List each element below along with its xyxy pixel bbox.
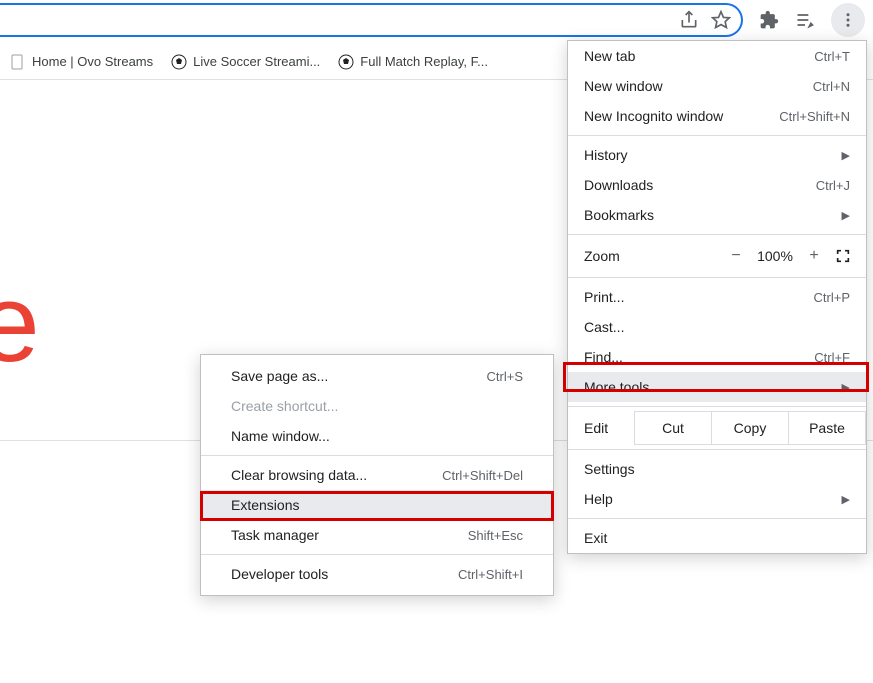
menu-label: Downloads — [584, 177, 653, 193]
shortcut: Shift+Esc — [468, 528, 523, 543]
bookmark-item[interactable]: Full Match Replay, F... — [338, 54, 488, 70]
menu-edit-row: Edit Cut Copy Paste — [568, 411, 866, 445]
submenu-arrow-icon: ▶ — [842, 149, 850, 162]
menu-label: Clear browsing data... — [231, 467, 367, 483]
submenu-arrow-icon: ▶ — [842, 381, 850, 394]
share-icon[interactable] — [679, 10, 699, 30]
menu-label: Exit — [584, 530, 607, 546]
more-tools-submenu: Save page as... Ctrl+S Create shortcut..… — [200, 354, 554, 596]
edit-label: Edit — [584, 420, 634, 436]
zoom-out-button[interactable]: − — [722, 247, 750, 265]
soccer-icon — [338, 54, 354, 70]
menu-label: Extensions — [231, 497, 299, 513]
browser-toolbar — [0, 0, 873, 40]
omnibox[interactable] — [0, 3, 743, 37]
menu-label: Save page as... — [231, 368, 328, 384]
menu-separator — [568, 277, 866, 278]
zoom-value: 100% — [750, 248, 800, 264]
bookmark-label: Live Soccer Streami... — [193, 54, 320, 69]
menu-label: Create shortcut... — [231, 398, 338, 414]
submenu-item-extensions[interactable]: Extensions — [201, 490, 553, 520]
menu-label: Help — [584, 491, 613, 507]
menu-item-settings[interactable]: Settings — [568, 454, 866, 484]
extensions-icon[interactable] — [759, 10, 779, 30]
menu-item-bookmarks[interactable]: Bookmarks ▶ — [568, 200, 866, 230]
shortcut: Ctrl+Shift+N — [779, 109, 850, 124]
menu-label: Cast... — [584, 319, 624, 335]
zoom-in-button[interactable]: + — [800, 247, 828, 265]
paste-button[interactable]: Paste — [789, 411, 866, 445]
submenu-item-create-shortcut: Create shortcut... — [201, 391, 553, 421]
menu-label: History — [584, 147, 628, 163]
menu-separator — [568, 234, 866, 235]
google-logo-fragment: le — [0, 260, 34, 387]
media-control-icon[interactable] — [795, 10, 815, 30]
menu-item-find[interactable]: Find... Ctrl+F — [568, 342, 866, 372]
menu-item-cast[interactable]: Cast... — [568, 312, 866, 342]
submenu-item-clear-data[interactable]: Clear browsing data... Ctrl+Shift+Del — [201, 460, 553, 490]
chrome-menu-button[interactable] — [831, 3, 865, 37]
shortcut: Ctrl+Shift+I — [458, 567, 523, 582]
submenu-arrow-icon: ▶ — [842, 493, 850, 506]
menu-label: Print... — [584, 289, 624, 305]
menu-separator — [201, 554, 553, 555]
zoom-label: Zoom — [584, 248, 722, 264]
shortcut: Ctrl+P — [814, 290, 850, 305]
submenu-item-task-manager[interactable]: Task manager Shift+Esc — [201, 520, 553, 550]
menu-label: More tools — [584, 379, 649, 395]
menu-item-new-window[interactable]: New window Ctrl+N — [568, 71, 866, 101]
menu-separator — [568, 449, 866, 450]
shortcut: Ctrl+T — [814, 49, 850, 64]
menu-label: Bookmarks — [584, 207, 654, 223]
submenu-item-devtools[interactable]: Developer tools Ctrl+Shift+I — [201, 559, 553, 589]
toolbar-right — [753, 3, 865, 37]
submenu-arrow-icon: ▶ — [842, 209, 850, 222]
submenu-item-save-page[interactable]: Save page as... Ctrl+S — [201, 361, 553, 391]
menu-item-help[interactable]: Help ▶ — [568, 484, 866, 514]
copy-button[interactable]: Copy — [712, 411, 789, 445]
bookmark-item[interactable]: Home | Ovo Streams — [10, 54, 153, 70]
menu-label: New Incognito window — [584, 108, 723, 124]
cut-button[interactable]: Cut — [634, 411, 712, 445]
page-icon — [10, 54, 26, 70]
menu-item-history[interactable]: History ▶ — [568, 140, 866, 170]
menu-item-exit[interactable]: Exit — [568, 523, 866, 553]
menu-separator — [568, 406, 866, 407]
fullscreen-button[interactable] — [828, 248, 858, 264]
menu-label: Developer tools — [231, 566, 328, 582]
menu-separator — [568, 518, 866, 519]
shortcut: Ctrl+N — [813, 79, 850, 94]
menu-item-incognito[interactable]: New Incognito window Ctrl+Shift+N — [568, 101, 866, 131]
menu-label: Task manager — [231, 527, 319, 543]
bookmark-item[interactable]: Live Soccer Streami... — [171, 54, 320, 70]
shortcut: Ctrl+Shift+Del — [442, 468, 523, 483]
menu-item-downloads[interactable]: Downloads Ctrl+J — [568, 170, 866, 200]
shortcut: Ctrl+J — [816, 178, 850, 193]
menu-label: New tab — [584, 48, 635, 64]
submenu-item-name-window[interactable]: Name window... — [201, 421, 553, 451]
shortcut: Ctrl+F — [814, 350, 850, 365]
menu-separator — [201, 455, 553, 456]
menu-separator — [568, 135, 866, 136]
shortcut: Ctrl+S — [487, 369, 523, 384]
menu-item-more-tools[interactable]: More tools ▶ — [568, 372, 866, 402]
bookmark-label: Full Match Replay, F... — [360, 54, 488, 69]
menu-label: Find... — [584, 349, 623, 365]
menu-item-print[interactable]: Print... Ctrl+P — [568, 282, 866, 312]
menu-item-new-tab[interactable]: New tab Ctrl+T — [568, 41, 866, 71]
menu-label: Settings — [584, 461, 635, 477]
star-icon[interactable] — [711, 10, 731, 30]
bookmark-label: Home | Ovo Streams — [32, 54, 153, 69]
menu-label: Name window... — [231, 428, 330, 444]
menu-label: New window — [584, 78, 663, 94]
chrome-main-menu: New tab Ctrl+T New window Ctrl+N New Inc… — [567, 40, 867, 554]
soccer-icon — [171, 54, 187, 70]
menu-zoom-row: Zoom − 100% + — [568, 239, 866, 273]
